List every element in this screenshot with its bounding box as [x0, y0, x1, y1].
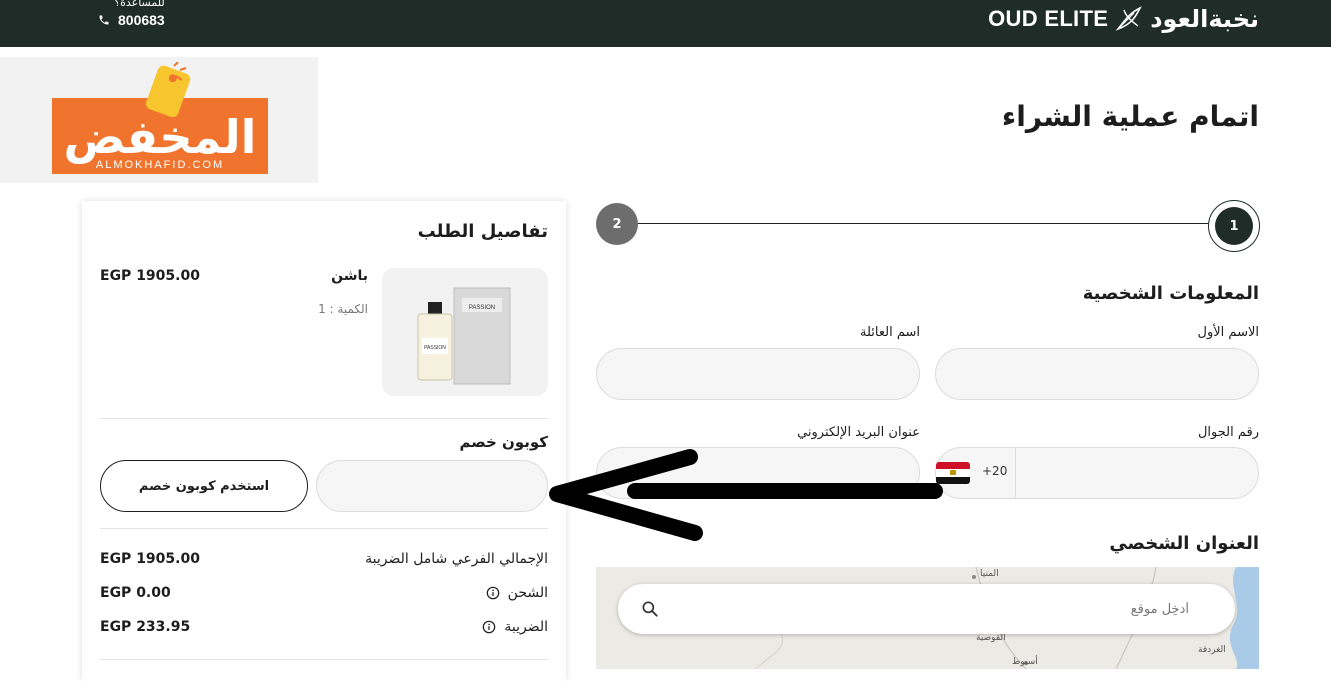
checkout-stepper: 2 1 [596, 200, 1260, 252]
perfume-bottle-icon: PASSION PASSION [417, 287, 511, 385]
product-image: PASSION PASSION [382, 268, 548, 396]
divider [100, 418, 548, 419]
divider [100, 659, 548, 660]
svg-text:ALMOKHAFID.COM: ALMOKHAFID.COM [96, 159, 224, 171]
coupon-title: كوبون خصم [459, 433, 548, 451]
shipping-value: EGP 0.00 [100, 585, 171, 601]
product-price: EGP 1905.00 [100, 268, 200, 284]
map-place-label: القوصية [976, 633, 1006, 643]
dial-code: +20 [982, 464, 1008, 478]
oud-leaf-icon [1115, 6, 1142, 31]
product-quantity: الكمية : 1 [318, 302, 368, 316]
brand-name-ar: نخبةالعود [1150, 5, 1259, 33]
step-1-active[interactable]: 1 [1215, 207, 1253, 245]
subtotal-label: الإجمالي الفرعي شامل الضريبة [365, 551, 548, 567]
svg-text:PASSION: PASSION [424, 345, 446, 351]
first-name-input[interactable] [935, 348, 1259, 400]
tax-value: EGP 233.95 [100, 619, 191, 635]
svg-text:PASSION: PASSION [469, 305, 495, 311]
map-search-box[interactable] [618, 584, 1235, 634]
location-map[interactable]: المنيا القوصية أسيوط الغردقة [596, 567, 1259, 669]
last-name-input[interactable] [596, 348, 920, 400]
page-title: اتمام عملية الشراء [1001, 100, 1259, 133]
map-place-label: المنيا [980, 569, 999, 579]
support-label: للمساعدة؟ [114, 0, 165, 9]
annotation-arrow [549, 449, 943, 541]
location-search-input[interactable] [691, 596, 1191, 622]
product-name[interactable]: باشن [331, 268, 368, 284]
phone-icon [99, 15, 109, 25]
brand-name-en: OUD ELITE [988, 6, 1109, 31]
support-contact[interactable]: للمساعدة؟ 800683 [98, 0, 165, 28]
step-2[interactable]: 2 [596, 203, 638, 245]
order-summary-card: تفاصيل الطلب PASSION PASSION باشن الكمية… [82, 201, 566, 681]
top-header: للمساعدة؟ 800683 OUD ELITE نخبةالعود [0, 0, 1331, 47]
email-label: عنوان البريد الإلكتروني [797, 425, 920, 440]
first-name-label: الاسم الأول [1197, 325, 1259, 340]
personal-info-title: المعلومات الشخصية [1082, 283, 1259, 304]
mobile-label: رقم الجوال [1197, 425, 1259, 440]
almokhafid-logo: المخفض ALMOKHAFID.COM [52, 62, 268, 174]
apply-coupon-button[interactable]: استخدم كوبون خصم [100, 460, 308, 512]
svg-text:المخفض: المخفض [64, 110, 257, 164]
support-phone-number[interactable]: 800683 [118, 12, 165, 28]
last-name-label: اسم العائلة [860, 325, 920, 340]
tax-label: الضريبة [482, 619, 548, 635]
subtotal-value: EGP 1905.00 [100, 551, 200, 567]
search-icon[interactable] [640, 599, 660, 619]
address-title: العنوان الشخصي [1109, 533, 1259, 554]
info-icon[interactable] [482, 620, 496, 634]
stepper-line [636, 223, 1210, 224]
info-icon[interactable] [486, 586, 500, 600]
brand-logo[interactable]: OUD ELITE نخبةالعود [988, 4, 1259, 34]
map-place-label: أسيوط [1012, 657, 1038, 667]
shipping-label: الشحن [486, 585, 548, 601]
coupon-input[interactable] [316, 460, 548, 512]
phone-separator [1015, 448, 1016, 498]
map-place-label: الغردقة [1198, 645, 1226, 655]
divider [100, 528, 548, 529]
order-details-title: تفاصيل الطلب [417, 221, 548, 242]
mobile-input[interactable]: +20 [935, 447, 1259, 499]
